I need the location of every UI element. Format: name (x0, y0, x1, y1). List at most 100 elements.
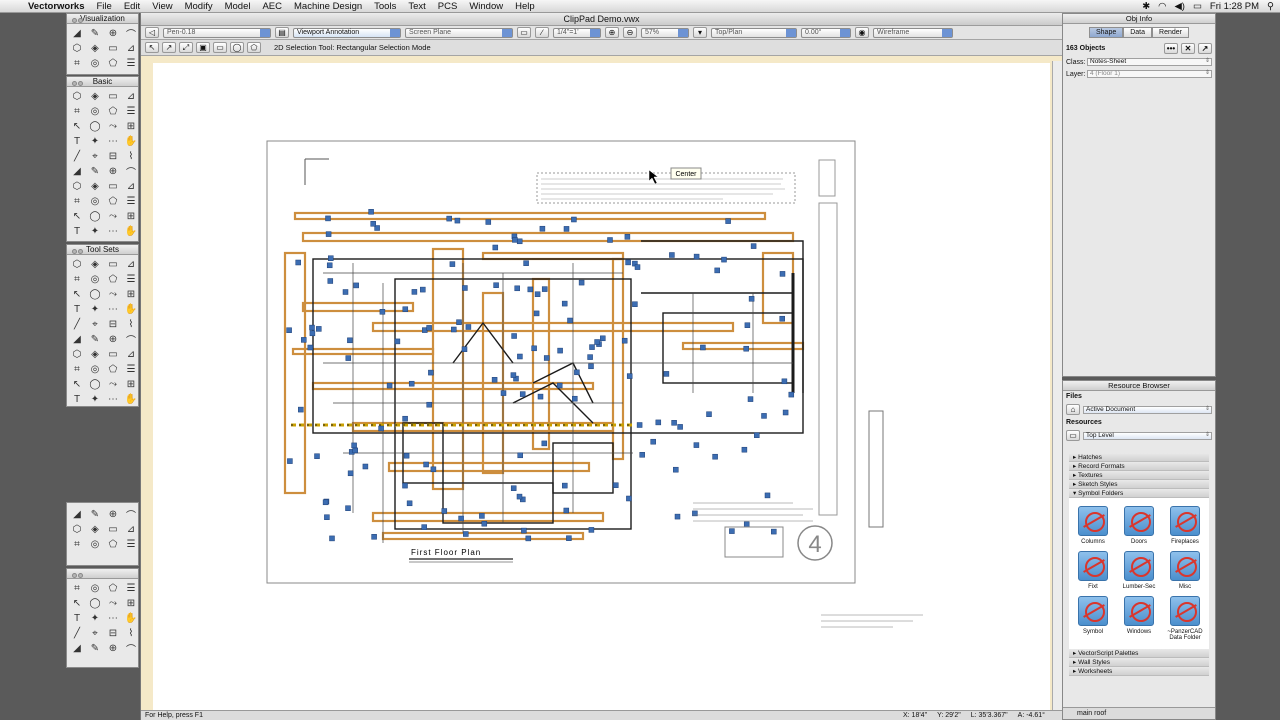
symbol-folder-item[interactable]: Fireplaces (1163, 506, 1207, 545)
menu-app[interactable]: Vectorworks (22, 1, 91, 12)
view-dropdown[interactable]: Top/Plan (711, 27, 797, 38)
selection-handle[interactable] (324, 514, 330, 520)
tool-icon[interactable]: ⋯ (105, 224, 121, 238)
selection-handle[interactable] (563, 507, 570, 514)
tool-icon[interactable]: ↖ (69, 377, 85, 391)
tool-icon[interactable]: ⊕ (105, 26, 121, 40)
layer-button[interactable]: ▤ (275, 27, 289, 38)
selection-handle[interactable] (370, 221, 376, 227)
layer-dropdown-info[interactable]: 4 (Floor 1) (1087, 70, 1212, 78)
selection-handle[interactable] (441, 508, 448, 514)
selection-handle[interactable] (621, 337, 628, 344)
tool-icon[interactable]: ☰ (123, 194, 139, 208)
vertical-scrollbar[interactable] (1052, 61, 1062, 711)
selection-handle[interactable] (423, 461, 429, 468)
rect-select-icon[interactable]: ▭ (213, 42, 227, 53)
selection-handle[interactable] (479, 513, 485, 519)
tool-icon[interactable]: ⋯ (105, 611, 121, 625)
tool-icon[interactable]: ⋯ (105, 134, 121, 148)
tool-icon[interactable]: ⬡ (69, 522, 85, 536)
selection-handle[interactable] (314, 453, 320, 459)
selection-handle[interactable] (342, 289, 349, 295)
home-icon[interactable]: ⌂ (1066, 404, 1080, 415)
tool-icon[interactable]: ✋ (123, 392, 139, 406)
selection-handle[interactable] (379, 309, 386, 315)
selection-handle[interactable] (521, 527, 527, 534)
tool-icon[interactable]: ✋ (123, 224, 139, 238)
selection-handle[interactable] (663, 371, 670, 377)
scale-field[interactable]: 1/4"=1' (553, 27, 601, 38)
tool-icon[interactable]: ⌗ (69, 581, 85, 595)
tool-icon[interactable]: ⊿ (123, 347, 139, 361)
more-button[interactable]: ••• (1164, 43, 1178, 54)
tool-icon[interactable]: ⌖ (87, 149, 103, 163)
selection-handle[interactable] (741, 446, 748, 453)
selection-mode-icon[interactable]: ↖ (145, 42, 159, 53)
menu-aec[interactable]: AEC (256, 1, 288, 12)
selection-handle[interactable] (743, 345, 749, 352)
marquee-mode-icon[interactable]: ↗ (162, 42, 176, 53)
folder-record-formats[interactable]: ▸ Record Formats (1069, 462, 1209, 471)
tool-icon[interactable]: ⬠ (105, 537, 121, 551)
tool-icon[interactable]: ◢ (69, 26, 85, 40)
pen-dropdown[interactable]: Pen-0.18 (163, 27, 271, 38)
selection-handle[interactable] (557, 347, 563, 354)
selection-handle[interactable] (516, 238, 523, 245)
symbol-folder-item[interactable]: Doors (1117, 506, 1161, 545)
selection-handle[interactable] (406, 500, 413, 507)
selection-handle[interactable] (594, 339, 600, 345)
selection-handle[interactable] (371, 534, 377, 540)
selection-handle[interactable] (345, 505, 351, 511)
selection-handle[interactable] (510, 372, 517, 378)
selection-handle[interactable] (721, 256, 727, 263)
bluetooth-icon[interactable]: ✱ (1142, 1, 1150, 12)
selection-handle[interactable] (561, 300, 568, 307)
selection-handle[interactable] (322, 499, 329, 506)
selection-handle[interactable] (671, 420, 677, 426)
selection-handle[interactable] (588, 527, 595, 533)
symbol-folder-item[interactable]: Misc (1163, 551, 1207, 590)
selection-handle[interactable] (744, 322, 751, 328)
selection-handle[interactable] (465, 324, 472, 330)
current-resource[interactable]: main roof (1063, 707, 1215, 719)
tool-icon[interactable]: ▭ (105, 179, 121, 193)
tool-icon[interactable]: ⌗ (69, 194, 85, 208)
tool-icon[interactable]: ⌇ (123, 149, 139, 163)
menu-edit[interactable]: Edit (118, 1, 146, 12)
tool-icon[interactable]: ◈ (87, 41, 103, 55)
selection-handle[interactable] (771, 528, 777, 535)
tool-icon[interactable]: ◈ (87, 347, 103, 361)
tool-icon[interactable]: ✋ (123, 134, 139, 148)
selection-handle[interactable] (454, 217, 461, 224)
selection-handle[interactable] (566, 535, 572, 541)
selection-handle[interactable] (426, 325, 432, 331)
tool-icon[interactable]: ✎ (87, 507, 103, 521)
tool-icon[interactable]: ◢ (69, 507, 85, 521)
close-icon[interactable]: ✕ (1181, 43, 1195, 54)
plane-dropdown[interactable]: Screen Plane (405, 27, 513, 38)
tool-icon[interactable]: ☰ (123, 537, 139, 551)
menu-machine-design[interactable]: Machine Design (288, 1, 368, 12)
selection-handle[interactable] (588, 363, 594, 370)
wifi-icon[interactable]: ◠ (1158, 1, 1166, 12)
selection-handle[interactable] (328, 255, 334, 261)
selection-handle[interactable] (537, 393, 544, 400)
selection-handle[interactable] (525, 535, 532, 542)
clock[interactable]: Fri 1:28 PM (1210, 1, 1259, 12)
tool-icon[interactable]: ☰ (123, 272, 139, 286)
selection-handle[interactable] (368, 209, 374, 215)
selection-handle[interactable] (634, 264, 641, 270)
selection-handle[interactable] (403, 452, 410, 459)
spotlight-icon[interactable]: ⚲ (1267, 1, 1274, 12)
tool-icon[interactable]: ⬡ (69, 347, 85, 361)
tool-icon[interactable]: ↖ (69, 287, 85, 301)
tool-icon[interactable]: T (69, 392, 85, 406)
selection-handle[interactable] (519, 391, 526, 397)
tool-icon[interactable]: ↖ (69, 209, 85, 223)
files-dropdown[interactable]: Active Document (1083, 405, 1212, 414)
tool-icon[interactable]: ↖ (69, 119, 85, 133)
scale-icon[interactable]: ∕ (535, 27, 549, 38)
standard-view-button[interactable]: ▭ (517, 27, 531, 38)
selection-handle[interactable] (781, 378, 788, 385)
selection-handle[interactable] (510, 485, 517, 491)
